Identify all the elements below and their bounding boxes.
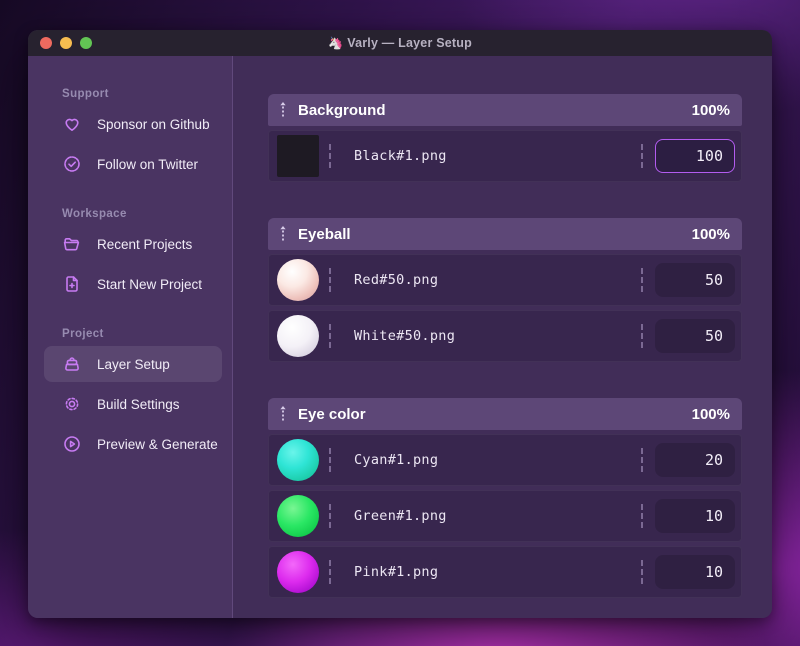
divider <box>329 504 331 528</box>
window-title: 🦄 Varly — Layer Setup <box>328 36 472 50</box>
group-weight: 100% <box>691 405 730 423</box>
layer-setup-panel: Background 100% Black#1.png 100 Eyeball … <box>233 56 772 618</box>
layer-filename: White#50.png <box>354 328 456 344</box>
group-header[interactable]: Background 100% <box>268 94 742 126</box>
layer-thumbnail <box>277 259 319 301</box>
layer-row-white[interactable]: White#50.png <box>268 310 742 362</box>
sidebar-item-label: Recent Projects <box>97 236 193 252</box>
layer-value-input[interactable] <box>655 263 735 297</box>
divider <box>641 324 643 348</box>
group-header[interactable]: Eye color 100% <box>268 398 742 430</box>
drag-handle-icon[interactable] <box>278 404 288 424</box>
layer-group-eye-color: Eye color 100% Cyan#1.png Green#1.png <box>268 398 742 598</box>
layer-thumbnail <box>277 135 319 177</box>
sidebar-item-label: Build Settings <box>97 396 180 412</box>
section-label-support: Support <box>62 88 109 100</box>
layer-row-red[interactable]: Red#50.png <box>268 254 742 306</box>
divider <box>641 268 643 292</box>
sidebar-item-recent-projects[interactable]: Recent Projects <box>44 226 222 262</box>
layer-row-cyan[interactable]: Cyan#1.png <box>268 434 742 486</box>
sidebar-item-label: Start New Project <box>97 276 203 292</box>
app-window: 🦄 Varly — Layer Setup Support Sponsor on … <box>28 30 772 618</box>
layer-value-input[interactable] <box>655 319 735 353</box>
sidebar: Support Sponsor on Github Follow on Twit… <box>28 56 233 618</box>
divider <box>329 560 331 584</box>
sidebar-item-build-settings[interactable]: Build Settings <box>44 386 222 422</box>
group-name: Eyeball <box>298 225 351 243</box>
badge-check-icon <box>64 156 80 172</box>
group-weight: 100% <box>691 101 730 119</box>
folder-open-icon <box>63 238 80 251</box>
heart-icon <box>65 118 79 131</box>
sidebar-item-preview-generate[interactable]: Preview & Generate <box>44 426 222 462</box>
gear-icon <box>65 397 79 411</box>
sidebar-item-layer-setup[interactable]: Layer Setup <box>44 346 222 382</box>
divider <box>329 144 331 168</box>
sidebar-item-label: Follow on Twitter <box>97 156 199 172</box>
layer-thumbnail <box>277 551 319 593</box>
layer-row-green[interactable]: Green#1.png <box>268 490 742 542</box>
divider <box>641 144 643 168</box>
layer-group-eyeball: Eyeball 100% Red#50.png White#50.png <box>268 218 742 362</box>
divider <box>329 324 331 348</box>
section-label-workspace: Workspace <box>62 208 127 220</box>
titlebar: 🦄 Varly — Layer Setup <box>28 30 772 56</box>
layer-filename: Pink#1.png <box>354 564 439 580</box>
group-header[interactable]: Eyeball 100% <box>268 218 742 250</box>
divider <box>329 268 331 292</box>
sidebar-item-sponsor-on-github[interactable]: Sponsor on Github <box>44 106 222 142</box>
divider <box>641 504 643 528</box>
sidebar-item-label: Layer Setup <box>97 356 170 372</box>
play-circle-icon <box>64 436 80 452</box>
section-label-project: Project <box>62 328 104 340</box>
file-plus-icon <box>66 276 78 292</box>
sidebar-item-start-new-project[interactable]: Start New Project <box>44 266 222 302</box>
divider <box>641 448 643 472</box>
layer-value-input[interactable] <box>655 139 735 173</box>
divider <box>329 448 331 472</box>
sidebar-item-follow-on-twitter[interactable]: Follow on Twitter <box>44 146 222 182</box>
layer-group-background: Background 100% Black#1.png <box>268 94 742 182</box>
sidebar-item-label: Sponsor on Github <box>97 116 210 132</box>
layer-thumbnail <box>277 495 319 537</box>
layer-thumbnail <box>277 315 319 357</box>
layer-value-input[interactable] <box>655 555 735 589</box>
layer-row-pink[interactable]: Pink#1.png <box>268 546 742 598</box>
group-weight: 100% <box>691 225 730 243</box>
group-name: Eye color <box>298 405 366 423</box>
layer-row-black[interactable]: Black#1.png <box>268 130 742 182</box>
layer-filename: Green#1.png <box>354 508 447 524</box>
sidebar-item-label: Preview & Generate <box>97 436 218 452</box>
layer-thumbnail <box>277 439 319 481</box>
layer-filename: Red#50.png <box>354 272 439 288</box>
layer-value-input[interactable] <box>655 499 735 533</box>
drag-handle-icon[interactable] <box>278 100 288 120</box>
layers-icon <box>65 357 79 371</box>
divider <box>641 560 643 584</box>
layer-filename: Cyan#1.png <box>354 452 439 468</box>
layer-filename: Black#1.png <box>354 148 447 164</box>
unicorn-app-icon: 🦄 <box>328 36 344 50</box>
drag-handle-icon[interactable] <box>278 224 288 244</box>
group-name: Background <box>298 101 386 119</box>
layer-value-input[interactable] <box>655 443 735 477</box>
